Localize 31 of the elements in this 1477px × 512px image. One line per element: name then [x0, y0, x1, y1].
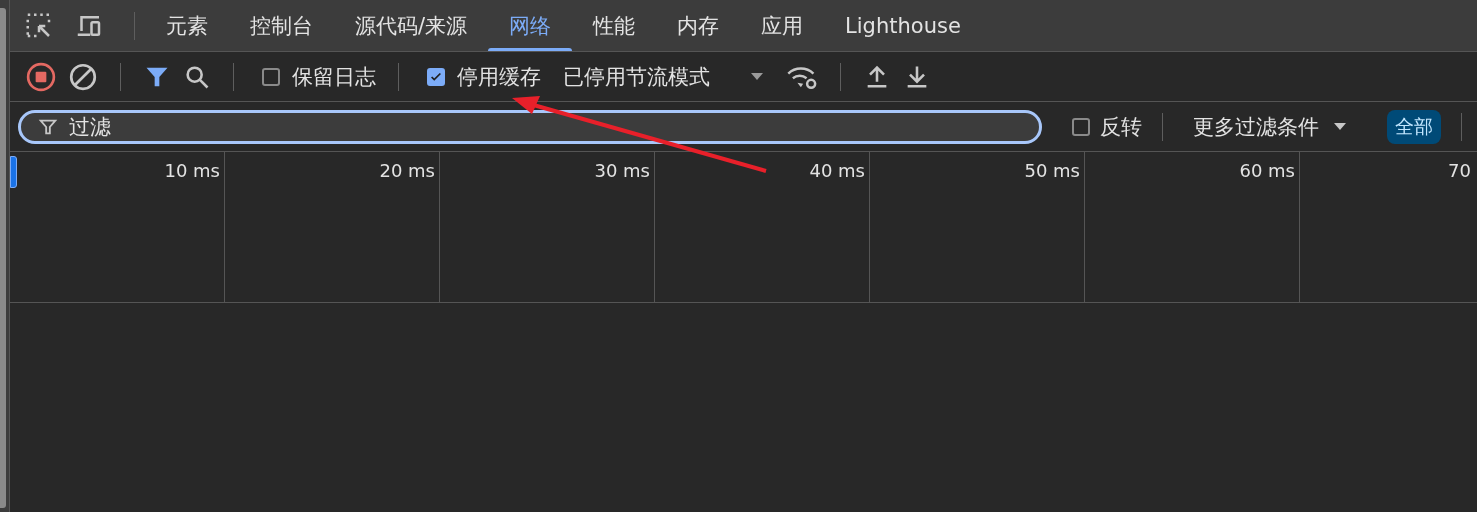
time-tick: 50 ms	[1024, 160, 1080, 182]
caret-icon	[750, 72, 764, 81]
checkbox-label: 反转	[1100, 113, 1142, 141]
time-tick: 20 ms	[379, 160, 435, 182]
panel-tab[interactable]: Lighthouse	[824, 0, 982, 51]
time-marker	[10, 156, 17, 188]
panel-tab[interactable]: 内存	[656, 0, 741, 51]
panel-tab[interactable]: 元素	[145, 0, 229, 51]
panel-tab[interactable]: 性能	[572, 0, 657, 51]
time-tick: 60 ms	[1239, 160, 1295, 182]
filter-field[interactable]: 过滤	[18, 109, 1042, 144]
time-tick: 70	[1448, 160, 1471, 182]
checkbox[interactable]	[427, 67, 445, 86]
throttling-dropdown[interactable]: 已停用节流模式	[553, 62, 774, 91]
checkbox-label: 保留日志	[292, 63, 376, 91]
panel-tab[interactable]: 网络	[488, 0, 573, 51]
panel-tab[interactable]: 控制台	[229, 0, 334, 51]
checkbox[interactable]	[262, 67, 280, 86]
time-tick: 10 ms	[164, 160, 220, 182]
more-filters-dropdown[interactable]: 更多过滤条件	[1183, 112, 1357, 141]
time-tick: 40 ms	[809, 160, 865, 182]
panel-tab[interactable]: 源代码/来源	[334, 0, 489, 51]
time-tick: 30 ms	[594, 160, 650, 182]
clear-icon[interactable]	[68, 61, 98, 92]
checkbox-label: 停用缓存	[457, 63, 541, 91]
scrollbar-thumb[interactable]	[0, 8, 6, 508]
caret-icon	[1333, 122, 1347, 131]
panel-tab[interactable]: 应用	[740, 0, 825, 51]
type-filter-button[interactable]: 全部	[1387, 109, 1441, 144]
checkbox[interactable]	[1072, 117, 1090, 136]
record-icon[interactable]	[26, 61, 56, 92]
